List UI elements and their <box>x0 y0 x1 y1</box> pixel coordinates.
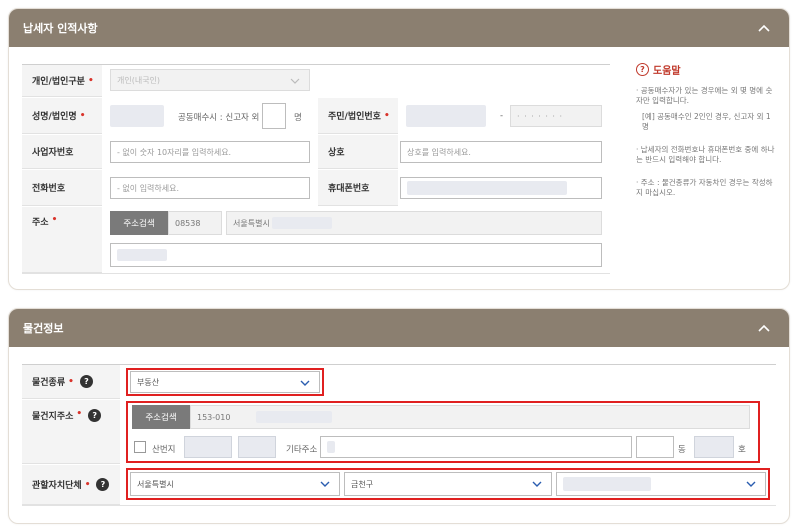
lot-main-input[interactable] <box>184 436 232 458</box>
question-circle-icon: ? <box>636 63 649 76</box>
address-field: 서울특별시 <box>226 211 602 235</box>
question-icon[interactable]: ? <box>96 478 110 491</box>
collapse-chevron-up-icon[interactable] <box>757 21 771 35</box>
address-detail-input[interactable] <box>110 243 602 267</box>
sanbeonji-label: 산번지 <box>152 445 176 455</box>
collapse-chevron-up-icon[interactable] <box>757 321 771 335</box>
property-zipcode: 153-010 <box>197 412 231 422</box>
zipcode-field: 08538 <box>168 211 222 235</box>
property-address-redacted <box>256 411 333 423</box>
property-table-top <box>22 364 776 365</box>
type-label: 개인/법인구분 • <box>22 65 102 97</box>
biz-number-input[interactable]: - 없이 숫자 10자리를 입력하세요. <box>110 141 310 163</box>
co-buyer-unit: 명 <box>294 113 302 123</box>
eupmyeondong-redacted <box>563 477 651 491</box>
phone-input[interactable]: - 없이 입력하세요. <box>110 177 310 199</box>
id-front-redacted[interactable] <box>406 105 486 127</box>
ho-label: 호 <box>738 445 746 455</box>
address-detail-redacted <box>117 249 167 261</box>
sanbeonji-checkbox[interactable] <box>134 441 146 453</box>
id-back-input[interactable]: · · · · · · · <box>510 105 602 127</box>
property-panel-title: 물건정보 <box>23 322 64 335</box>
other-address-label: 기타주소 <box>286 445 318 455</box>
co-buyer-text: 공동매수시 : 신고자 외 <box>178 113 260 123</box>
biz-label: 사업자번호 <box>22 135 102 169</box>
chevron-down-icon <box>531 478 543 490</box>
company-input[interactable]: 상호를 입력하세요. <box>400 141 602 163</box>
lot-sub-input[interactable] <box>238 436 276 458</box>
property-table-bottom <box>22 505 776 506</box>
ho-input[interactable] <box>694 436 734 458</box>
sido-select[interactable]: 서울특별시 <box>130 472 340 496</box>
other-address-redacted <box>327 441 335 453</box>
name-label: 성명/법인명 • <box>22 98 102 134</box>
sigungu-select[interactable]: 금천구 <box>344 472 552 496</box>
chevron-down-icon <box>745 478 757 490</box>
address-search-button[interactable]: 주소검색 <box>110 211 168 235</box>
mobile-label: 휴대폰번호 <box>318 170 398 206</box>
table-bottom-border <box>22 273 610 274</box>
id-label: 주민/법인번호 • <box>318 98 398 134</box>
property-address-search-button[interactable]: 주소검색 <box>132 405 190 429</box>
dong-input[interactable] <box>636 436 674 458</box>
address-label: 주소 • <box>22 207 102 273</box>
mobile-redacted <box>407 181 567 195</box>
dong-label: 동 <box>678 445 686 455</box>
jurisdiction-label: 관할자치단체 •? <box>22 465 120 505</box>
mobile-input[interactable] <box>400 177 602 199</box>
company-label: 상호 <box>318 135 398 169</box>
question-icon[interactable]: ? <box>88 409 102 422</box>
property-addr-label: 물건지주소 •? <box>22 400 120 464</box>
eupmyeondong-select[interactable] <box>556 472 766 496</box>
property-zip-address-field: 153-010 <box>190 405 750 429</box>
help-item-2: [예] 공동매수인 2인인 경우, 신고자 외 1명 <box>642 112 771 131</box>
help-item-4: · 주소 : 물건종류가 자동차인 경우는 작성하지 마십시오. <box>636 178 773 197</box>
co-buyer-count-input[interactable] <box>262 103 286 129</box>
id-dash: - <box>500 111 504 121</box>
chevron-down-icon <box>299 377 311 389</box>
address-redacted <box>271 217 332 229</box>
type-select[interactable]: 개인(내국인) <box>110 69 310 91</box>
phone-label: 전화번호 <box>22 170 102 206</box>
taxpayer-panel-title: 납세자 인적사항 <box>23 22 98 35</box>
help-item-3: · 납세자의 전화번호나 휴대폰번호 중에 하나는 반드시 입력해야 합니다. <box>636 145 775 164</box>
name-field-redacted[interactable] <box>110 105 164 127</box>
help-item-1: · 공동매수자가 있는 경우에는 외 몇 명에 숫자만 입력합니다. <box>636 86 773 105</box>
question-icon[interactable]: ? <box>79 375 93 388</box>
property-panel-header[interactable]: 물건정보 <box>9 309 789 347</box>
chevron-down-icon <box>319 478 331 490</box>
help-title: ? 도움말 <box>636 62 681 77</box>
taxpayer-panel-header[interactable]: 납세자 인적사항 <box>9 9 789 47</box>
table-top-border <box>22 64 610 65</box>
other-address-input[interactable] <box>320 436 632 458</box>
kind-select[interactable]: 부동산 <box>130 371 320 393</box>
chevron-down-icon <box>289 75 301 87</box>
kind-label: 물건종류 •? <box>22 365 120 399</box>
